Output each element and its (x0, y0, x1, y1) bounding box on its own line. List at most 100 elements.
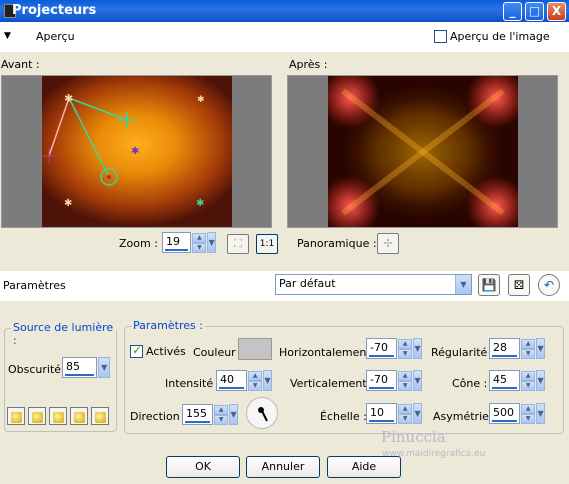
apercu-image-checkbox[interactable] (434, 30, 447, 43)
zoom-one-to-one-button[interactable]: 1:1 (256, 234, 278, 254)
light-1-icon[interactable] (7, 407, 25, 425)
obscurite-stepper[interactable]: 85 ▼ (62, 357, 110, 378)
intensite-dropdown-icon[interactable]: ▼ (263, 370, 272, 391)
preset-value[interactable]: Par défaut (276, 275, 455, 294)
source-lumiere-title: Source de lumière : (11, 321, 116, 347)
aide-button[interactable]: Aide (327, 456, 401, 478)
after-preview[interactable] (287, 75, 558, 228)
watermark-name: Pinuccia (381, 428, 446, 446)
horizontalement-up-icon[interactable]: ▲ (398, 338, 413, 349)
zoom-down-icon[interactable]: ▼ (192, 242, 207, 253)
parametres-group-title: Paramètres : (131, 319, 205, 332)
regularite-down-icon[interactable]: ▼ (521, 348, 536, 359)
cone-down-icon[interactable]: ▼ (521, 380, 536, 391)
asymetrie-label: Asymétrie : (433, 410, 497, 423)
light-4-icon[interactable] (70, 407, 88, 425)
intensite-down-icon[interactable]: ▼ (248, 380, 263, 391)
cone-dropdown-icon[interactable]: ▼ (536, 370, 545, 391)
obscurite-input[interactable]: 85 (62, 357, 98, 378)
echelle-input[interactable]: 10 (366, 403, 398, 424)
asymetrie-up-icon[interactable]: ▲ (521, 403, 536, 414)
echelle-up-icon[interactable]: ▲ (398, 403, 413, 414)
zoom-fit-button[interactable]: ⛶ (227, 234, 249, 254)
before-preview[interactable]: ✱ ✱ ✱ ✱ ✱ (1, 75, 272, 228)
asymetrie-stepper[interactable]: 500 ▲ ▼ ▼ (489, 403, 545, 424)
cone-stepper[interactable]: 45 ▲ ▼ ▼ (489, 370, 545, 391)
apercu-image-checkbox-row[interactable]: Aperçu de l'image (434, 30, 550, 43)
random-dice-icon[interactable]: ⚄ (508, 274, 530, 296)
regularite-stepper[interactable]: 28 ▲ ▼ ▼ (489, 338, 545, 359)
apercu-label: Aperçu (36, 30, 75, 43)
intensite-input[interactable]: 40 (216, 370, 248, 391)
after-glow (328, 76, 518, 227)
apercu-image-label: Aperçu de l'image (450, 30, 550, 43)
echelle-label: Échelle : (320, 410, 367, 423)
intensite-label: Intensité : (165, 377, 221, 390)
verticalement-down-icon[interactable]: ▼ (398, 380, 413, 391)
regularite-input[interactable]: 28 (489, 338, 521, 359)
preset-combo[interactable]: Par défaut ▼ (275, 274, 472, 295)
zoom-up-icon[interactable]: ▲ (192, 232, 207, 243)
direction-dropdown-icon[interactable]: ▼ (229, 404, 238, 425)
minimize-button[interactable]: _ (503, 2, 522, 21)
maximize-button[interactable]: □ (525, 2, 544, 21)
cone-label: Cône : (452, 377, 488, 390)
zoom-spin-buttons[interactable]: ▲ ▼ (192, 232, 207, 253)
echelle-dropdown-icon[interactable]: ▼ (413, 403, 422, 424)
zoom-stepper[interactable]: 19 ▲ ▼ ▼ (162, 232, 216, 253)
cone-input[interactable]: 45 (489, 370, 521, 391)
verticalement-dropdown-icon[interactable]: ▼ (413, 370, 422, 391)
direction-up-icon[interactable]: ▲ (214, 404, 229, 415)
asymetrie-down-icon[interactable]: ▼ (521, 413, 536, 424)
horizontalement-down-icon[interactable]: ▼ (398, 348, 413, 359)
light-guides: ✱ ✱ ✱ ✱ ✱ (42, 92, 205, 209)
verticalement-input[interactable]: -70 (366, 370, 398, 391)
verticalement-label: Verticalement : (290, 377, 374, 390)
title-bar: Projecteurs _ □ X (0, 0, 569, 22)
zoom-dropdown-icon[interactable]: ▼ (207, 232, 216, 253)
save-preset-icon[interactable]: 💾 (478, 274, 500, 296)
intensite-stepper[interactable]: 40 ▲ ▼ ▼ (216, 370, 272, 391)
direction-label: Direction : (130, 410, 187, 423)
pan-button[interactable]: ✢ (377, 233, 399, 254)
regularite-up-icon[interactable]: ▲ (521, 338, 536, 349)
direction-dial-icon[interactable] (246, 397, 278, 429)
preset-dropdown-icon[interactable]: ▼ (455, 275, 471, 294)
couleur-label: Couleur : (193, 346, 243, 359)
color-swatch[interactable] (238, 338, 272, 360)
horizontalement-dropdown-icon[interactable]: ▼ (413, 338, 422, 359)
horizontalement-input[interactable]: -70 (366, 338, 398, 359)
obscurite-dropdown-icon[interactable]: ▼ (98, 357, 110, 378)
light-3-icon[interactable] (49, 407, 67, 425)
asymetrie-input[interactable]: 500 (489, 403, 521, 424)
obscurite-label: Obscurité : (8, 363, 69, 376)
verticalement-stepper[interactable]: -70 ▲ ▼ ▼ (366, 370, 422, 391)
cone-up-icon[interactable]: ▲ (521, 370, 536, 381)
svg-text:✱: ✱ (64, 198, 72, 209)
actives-checkbox[interactable] (130, 343, 143, 358)
annuler-button[interactable]: Annuler (246, 456, 320, 478)
asymetrie-dropdown-icon[interactable]: ▼ (536, 403, 545, 424)
direction-stepper[interactable]: 155 ▲ ▼ ▼ (182, 404, 238, 425)
echelle-stepper[interactable]: 10 ▲ ▼ ▼ (366, 403, 422, 424)
direction-down-icon[interactable]: ▼ (214, 414, 229, 425)
actives-checkbox-row[interactable]: Activés (130, 343, 186, 358)
svg-text:✱: ✱ (131, 146, 139, 157)
zoom-input[interactable]: 19 (162, 232, 192, 253)
reset-icon[interactable]: ↶ (538, 274, 560, 296)
preview-toggle-strip: ▼ Aperçu Aperçu de l'image (0, 22, 569, 52)
close-button[interactable]: X (547, 2, 566, 21)
collapse-arrow-icon[interactable]: ▼ (4, 31, 11, 41)
ok-button[interactable]: OK (166, 456, 240, 478)
intensite-up-icon[interactable]: ▲ (248, 370, 263, 381)
echelle-down-icon[interactable]: ▼ (398, 413, 413, 424)
horizontalement-stepper[interactable]: -70 ▲ ▼ ▼ (366, 338, 422, 359)
direction-input[interactable]: 155 (182, 404, 214, 425)
svg-text:✱: ✱ (197, 95, 205, 105)
before-image: ✱ ✱ ✱ ✱ ✱ (42, 76, 232, 227)
svg-text:✱: ✱ (196, 198, 204, 209)
verticalement-up-icon[interactable]: ▲ (398, 370, 413, 381)
light-2-icon[interactable] (28, 407, 46, 425)
regularite-dropdown-icon[interactable]: ▼ (536, 338, 545, 359)
light-5-icon[interactable] (91, 407, 109, 425)
